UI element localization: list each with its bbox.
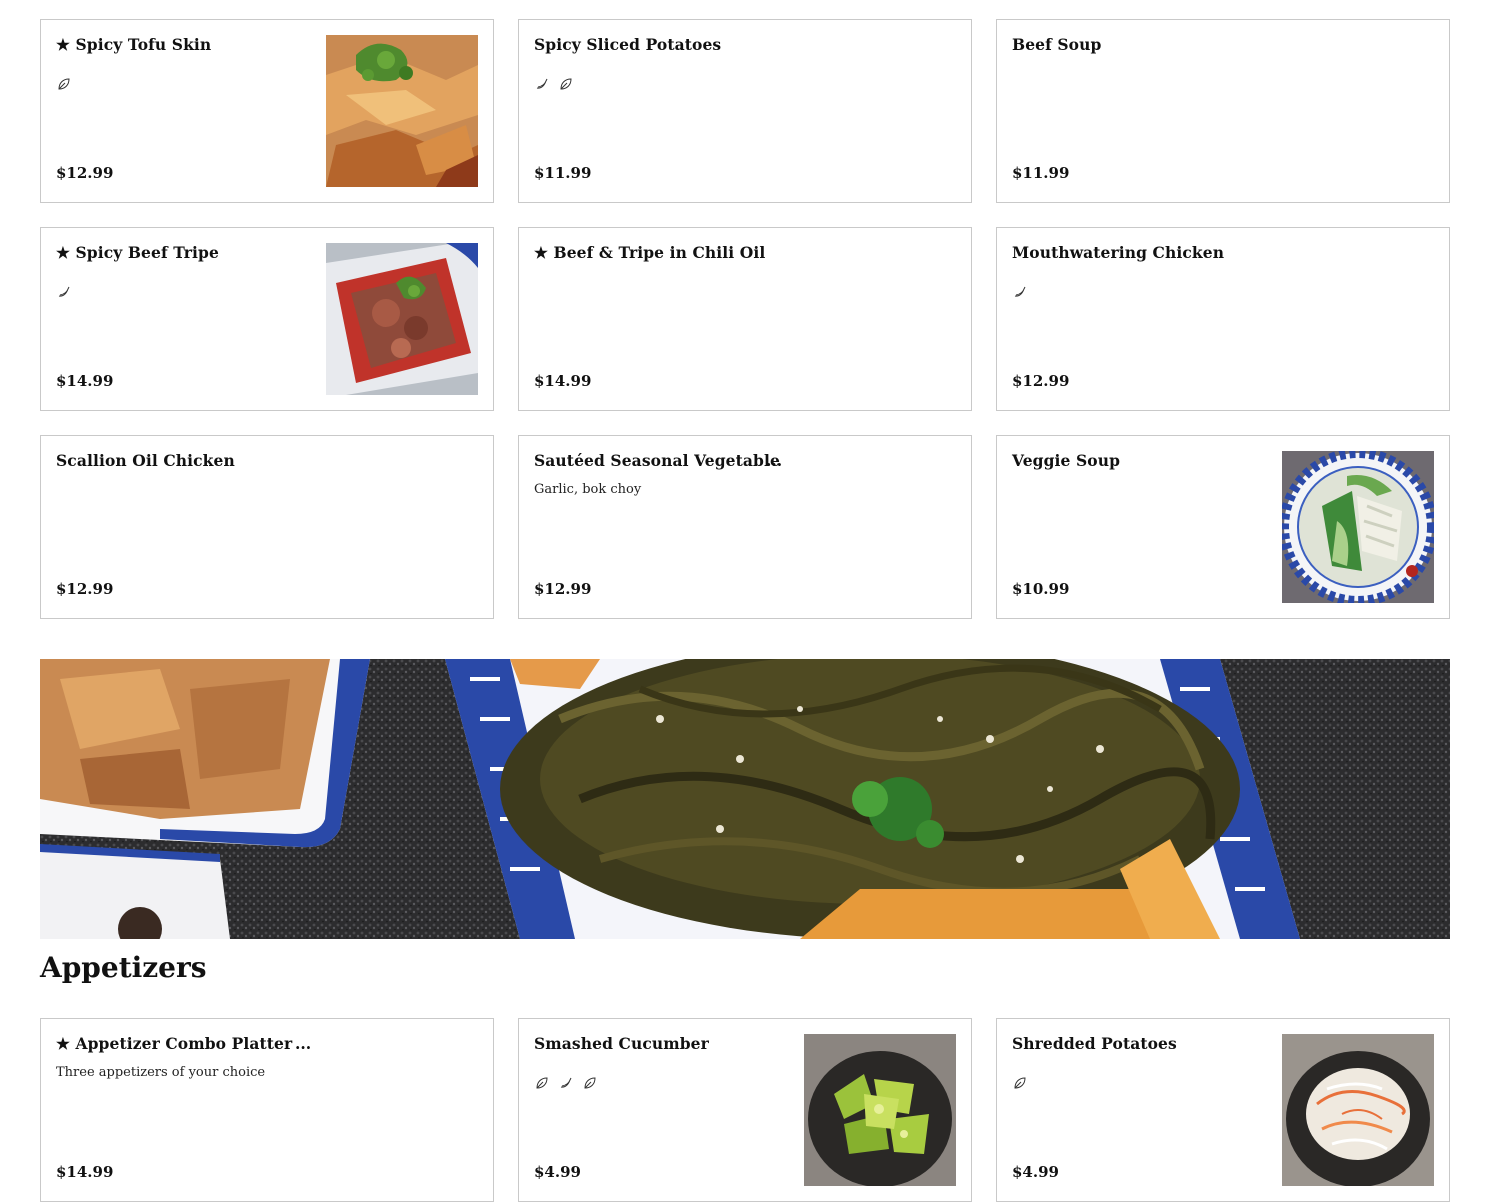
leaf-icon — [56, 76, 72, 96]
menu-item-price: $4.99 — [534, 1163, 581, 1181]
leaf-icon — [558, 76, 574, 96]
chili-pepper-icon — [558, 1075, 574, 1095]
menu-item-card[interactable]: Scallion Oil Chicken $12.99 — [40, 435, 494, 619]
menu-item-name: Scallion Oil Chicken — [56, 451, 235, 470]
menu-item-description: Three appetizers of your choice — [56, 1065, 266, 1080]
menu-item-description: Garlic, bok choy — [534, 482, 642, 497]
appetizers-grid: ★ Appetizer Combo Platter ... Three appe… — [40, 1018, 1450, 1202]
menu-item-price: $14.99 — [534, 372, 592, 390]
leaf-icon — [534, 1075, 550, 1095]
menu-item-price: $11.99 — [534, 164, 592, 182]
more-ellipsis: ... — [295, 1034, 312, 1053]
menu-item-card[interactable]: Spicy Sliced Potatoes $11.99 — [518, 19, 972, 203]
menu-item-price: $14.99 — [56, 372, 114, 390]
menu-item-card[interactable]: Sautéed Seasonal Vegetable ... Garlic, b… — [518, 435, 972, 619]
menu-item-card[interactable]: Mouthwatering Chicken $12.99 — [996, 227, 1450, 411]
menu-item-name: Veggie Soup — [1012, 451, 1121, 470]
menu-item-name: Shredded Potatoes — [1012, 1034, 1177, 1053]
menu-item-card[interactable]: ★ Beef & Tripe in Chili Oil $14.99 — [518, 227, 972, 411]
dietary-icons — [56, 284, 72, 304]
menu-item-card[interactable]: ★ Spicy Tofu Skin $12.99 — [40, 19, 494, 203]
menu-item-price: $12.99 — [56, 580, 114, 598]
shredded-potatoes-photo — [1282, 1034, 1434, 1186]
menu-item-name: Mouthwatering Chicken — [1012, 243, 1225, 262]
chili-pepper-icon — [534, 76, 550, 96]
dietary-icons — [534, 1075, 598, 1095]
leaf-icon — [1012, 1075, 1028, 1095]
leaf-icon — [582, 1075, 598, 1095]
menu-item-price: $12.99 — [534, 580, 592, 598]
menu-item-name: ★ Appetizer Combo Platter — [56, 1034, 293, 1053]
menu-item-name: Beef Soup — [1012, 35, 1102, 54]
menu-item-card[interactable]: ★ Spicy Beef Tripe $14.99 — [40, 227, 494, 411]
menu-item-price: $14.99 — [56, 1163, 114, 1181]
menu-item-name: ★ Spicy Tofu Skin — [56, 35, 212, 54]
menu-item-price: $11.99 — [1012, 164, 1070, 182]
menu-item-card[interactable]: Veggie Soup $10.99 — [996, 435, 1450, 619]
dietary-icons — [1012, 284, 1028, 304]
chili-pepper-icon — [1012, 284, 1028, 304]
menu-item-name: Smashed Cucumber — [534, 1034, 709, 1053]
menu-item-price: $4.99 — [1012, 1163, 1059, 1181]
menu-item-name: ★ Beef & Tripe in Chili Oil — [534, 243, 766, 262]
tofu-skin-photo — [326, 35, 478, 187]
dietary-icons — [534, 76, 574, 96]
section-banner-photo — [40, 659, 1450, 939]
veggie-soup-photo — [1282, 451, 1434, 603]
chili-pepper-icon — [56, 284, 72, 304]
menu-item-name: ★ Spicy Beef Tripe — [56, 243, 219, 262]
menu-grid: ★ Spicy Tofu Skin $12.99 Spicy Sliced Po… — [40, 19, 1450, 619]
menu-item-price: $12.99 — [56, 164, 114, 182]
menu-item-name: Sautéed Seasonal Vegetable — [534, 451, 780, 470]
menu-item-card[interactable]: Beef Soup $11.99 — [996, 19, 1450, 203]
cucumber-photo — [804, 1034, 956, 1186]
menu-item-price: $12.99 — [1012, 372, 1070, 390]
menu-item-card[interactable]: Shredded Potatoes $4.99 — [996, 1018, 1450, 1202]
dietary-icons — [56, 76, 72, 96]
section-title-appetizers: Appetizers — [40, 951, 207, 984]
dietary-icons — [1012, 1075, 1028, 1095]
menu-item-price: $10.99 — [1012, 580, 1070, 598]
menu-item-card[interactable]: ★ Appetizer Combo Platter ... Three appe… — [40, 1018, 494, 1202]
menu-item-card[interactable]: Smashed Cucumber $4.99 — [518, 1018, 972, 1202]
menu-item-name: Spicy Sliced Potatoes — [534, 35, 722, 54]
more-ellipsis: ... — [766, 451, 783, 470]
beef-tripe-photo — [326, 243, 478, 395]
